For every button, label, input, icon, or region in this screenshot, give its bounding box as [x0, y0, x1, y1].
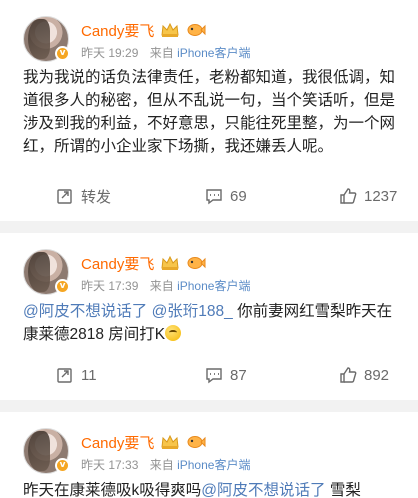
- repost-button[interactable]: 11: [56, 366, 97, 384]
- comment-count: 87: [230, 366, 247, 384]
- repost-button[interactable]: 转发: [56, 186, 111, 207]
- post-meta: 昨天 19:29 来自 iPhone客户端: [81, 44, 250, 61]
- verified-badge-icon: v: [55, 46, 70, 61]
- author-name[interactable]: Candy要飞: [81, 253, 154, 274]
- smile-emoji-icon: [165, 325, 182, 341]
- post-time: 昨天 17:39: [81, 279, 139, 293]
- post-header: v Candy要飞 昨天 17:39 来自 iPhone客户端: [0, 233, 418, 295]
- repost-count: 11: [81, 366, 97, 384]
- fish-icon: [187, 24, 206, 36]
- post-card[interactable]: v Candy要飞 昨天 19:29 来自 iPhone客户端 我为我说的话负法…: [0, 0, 418, 221]
- text-line: 涉及到我的利益，不好意思，只能往死里整，为一个网: [23, 115, 396, 132]
- text-line: 康莱德2818 房间打K: [23, 324, 418, 347]
- source-prefix: 来自: [149, 46, 174, 60]
- comment-button[interactable]: 87: [205, 366, 247, 384]
- weibo-feed: v Candy要飞 昨天 19:29 来自 iPhone客户端 我为我说的话负法…: [0, 0, 418, 498]
- mention-link[interactable]: @阿皮不想说话了: [23, 303, 147, 320]
- author-row: Candy要飞: [81, 432, 206, 452]
- text-fragment: 昨天在康莱德吸k吸得爽吗: [23, 482, 202, 498]
- comment-button[interactable]: 69: [205, 187, 247, 205]
- repost-icon: [57, 189, 72, 204]
- text-line: 红，所谓的小企业家下场撕，我还嫌丢人呢。: [23, 138, 334, 155]
- post-text[interactable]: 昨天在康莱德吸k吸得爽吗@阿皮不想说话了 雪梨: [23, 480, 418, 498]
- source-client[interactable]: iPhone客户端: [177, 279, 250, 293]
- author-name[interactable]: Candy要飞: [81, 20, 154, 41]
- post-time: 昨天 19:29: [81, 46, 139, 60]
- author-row: Candy要飞: [81, 20, 206, 40]
- like-count: 892: [364, 366, 390, 384]
- text-fragment: 你前妻网红雪梨昨天在: [237, 303, 393, 320]
- verified-badge-icon: v: [55, 279, 70, 294]
- author-name[interactable]: Candy要飞: [81, 432, 154, 453]
- crown-icon: [161, 434, 179, 449]
- post-header: v Candy要飞 昨天 19:29 来自 iPhone客户端: [0, 0, 418, 62]
- source-prefix: 来自: [149, 458, 174, 472]
- mention-link[interactable]: @阿皮不想说话了: [201, 482, 325, 498]
- text-line: 昨天在康莱德吸k吸得爽吗@阿皮不想说话了 雪梨: [23, 480, 418, 498]
- action-bar: 11 87 892: [0, 360, 418, 390]
- repost-icon: [57, 368, 72, 383]
- text-fragment: 雪梨: [329, 482, 361, 498]
- like-button[interactable]: 1237: [339, 187, 397, 205]
- source-client[interactable]: iPhone客户端: [177, 46, 250, 60]
- post-text[interactable]: 我为我说的话负法律责任，老粉都知道，我很低调，知 道很多人的秘密，但从不乱说一句…: [23, 67, 418, 159]
- like-count: 1237: [364, 187, 398, 205]
- post-meta: 昨天 17:33 来自 iPhone客户端: [81, 456, 250, 473]
- text-line: @阿皮不想说话了 @张珩188_ 你前妻网红雪梨昨天在: [23, 301, 418, 324]
- source-prefix: 来自: [149, 279, 174, 293]
- post-header: v Candy要飞 昨天 17:33 来自 iPhone客户端: [0, 412, 418, 474]
- repost-label: 转发: [81, 188, 112, 206]
- comment-icon: [206, 189, 222, 205]
- post-text[interactable]: @阿皮不想说话了 @张珩188_ 你前妻网红雪梨昨天在 康莱德2818 房间打K: [23, 301, 418, 347]
- fish-icon: [187, 257, 206, 269]
- post-card[interactable]: v Candy要飞 昨天 17:39 来自 iPhone客户端 @阿皮不想说话了…: [0, 233, 418, 400]
- comment-icon: [206, 368, 222, 384]
- crown-icon: [161, 255, 179, 270]
- source-client[interactable]: iPhone客户端: [177, 458, 250, 472]
- post-card[interactable]: v Candy要飞 昨天 17:33 来自 iPhone客户端 昨天在康莱德吸k…: [0, 412, 418, 498]
- crown-icon: [161, 22, 179, 37]
- post-meta: 昨天 17:39 来自 iPhone客户端: [81, 277, 250, 294]
- action-bar: 转发 69 1237: [0, 181, 418, 211]
- verified-badge-icon: v: [55, 458, 70, 473]
- like-icon: [340, 367, 357, 383]
- text-line: 我为我说的话负法律责任，老粉都知道，我很低调，知: [23, 69, 396, 86]
- like-button[interactable]: 892: [339, 366, 389, 384]
- post-time: 昨天 17:33: [81, 458, 139, 472]
- text-line: 道很多人的秘密，但从不乱说一句，当个笑话听，但是: [23, 92, 396, 109]
- mention-link[interactable]: @张珩188_: [152, 303, 233, 320]
- fish-icon: [187, 436, 206, 448]
- comment-count: 69: [230, 187, 247, 205]
- text-fragment: 康莱德2818 房间打K: [23, 326, 166, 343]
- like-icon: [340, 188, 357, 204]
- author-row: Candy要飞: [81, 253, 206, 273]
